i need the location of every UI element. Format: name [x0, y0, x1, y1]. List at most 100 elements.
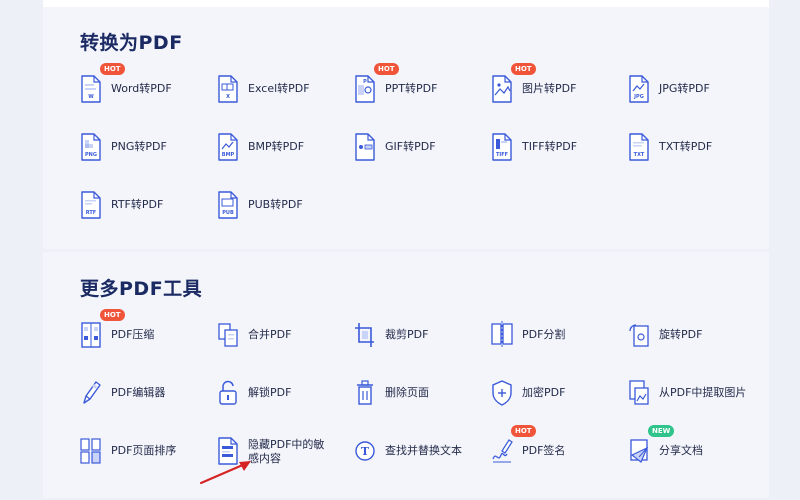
txt-file-icon: TXT [628, 133, 650, 161]
tool-label: PUB转PDF [248, 198, 303, 211]
jpg-file-icon: JPG [628, 75, 650, 103]
tool-label: TXT转PDF [659, 140, 713, 153]
share-document-icon [628, 437, 650, 465]
pub-file-icon: PUB [217, 191, 239, 219]
excel-file-icon: X [217, 75, 239, 103]
tool-trash[interactable]: 删除页面 [354, 379, 484, 419]
tool-label: BMP转PDF [248, 140, 305, 153]
annotation-arrow [199, 461, 251, 485]
tool-pub-file[interactable]: PUB PUB转PDF [217, 191, 347, 231]
tool-label: PDF分割 [522, 328, 566, 341]
tool-label: PPT转PDF [385, 82, 438, 95]
tool-label: 查找并替换文本 [385, 444, 462, 457]
tool-label: 解锁PDF [248, 386, 292, 399]
tool-rtf-file[interactable]: RTF RTF转PDF [80, 191, 210, 231]
tool-label: PDF页面排序 [111, 444, 177, 457]
svg-text:X: X [226, 94, 230, 100]
tool-shield-plus[interactable]: 加密PDF [491, 379, 621, 419]
svg-text:RTF: RTF [86, 210, 96, 216]
svg-text:PNG: PNG [85, 152, 97, 158]
hot-badge: HOT [374, 63, 399, 75]
tool-label: PDF签名 [522, 444, 566, 457]
tool-edit-pen[interactable]: PDF编辑器 [80, 379, 210, 419]
unlock-icon [217, 379, 239, 407]
tool-extract-image[interactable]: 从PDF中提取图片 [628, 379, 758, 419]
svg-text:TXT: TXT [634, 152, 645, 158]
svg-text:T: T [361, 445, 370, 458]
tool-label: JPG转PDF [659, 82, 710, 95]
tool-unlock[interactable]: 解锁PDF [217, 379, 347, 419]
svg-text:JPG: JPG [633, 94, 644, 100]
tool-find-replace-text[interactable]: T 查找并替换文本 [354, 437, 484, 477]
tool-word-file[interactable]: W HOT Word转PDF [80, 63, 210, 115]
ppt-file-icon: P [354, 75, 376, 103]
tool-image-file[interactable]: HOT 图片转PDF [491, 63, 621, 115]
tool-label: PDF编辑器 [111, 386, 166, 399]
tool-reorder-pages[interactable]: PDF页面排序 [80, 437, 210, 477]
svg-text:P: P [363, 79, 367, 85]
tool-label: 合并PDF [248, 328, 292, 341]
reorder-pages-icon [80, 437, 102, 465]
tool-label: Excel转PDF [248, 82, 310, 95]
tool-gif-file[interactable]: GIF转PDF [354, 133, 484, 173]
section-title-convert: 转换为PDF [80, 32, 183, 54]
tool-label: 隐藏PDF中的敏感内容 [248, 438, 325, 465]
tool-bmp-file[interactable]: BMP BMP转PDF [217, 133, 347, 173]
shield-plus-icon [491, 379, 513, 407]
tool-signature[interactable]: HOT PDF签名 [491, 425, 621, 477]
tool-label: RTF转PDF [111, 198, 164, 211]
gif-file-icon [354, 133, 376, 161]
tool-share-document[interactable]: NEW 分享文档 [628, 425, 758, 477]
find-replace-text-icon: T [354, 437, 376, 465]
png-file-icon: PNG [80, 133, 102, 161]
tool-rotate[interactable]: 旋转PDF [628, 321, 758, 361]
tool-txt-file[interactable]: TXT TXT转PDF [628, 133, 758, 173]
tool-label: PNG转PDF [111, 140, 167, 153]
hot-badge: HOT [100, 309, 125, 321]
new-badge: NEW [648, 425, 675, 437]
svg-text:W: W [88, 94, 94, 100]
word-file-icon: W [80, 75, 102, 103]
section-title-more-tools: 更多PDF工具 [80, 278, 203, 300]
extract-image-icon [628, 379, 650, 407]
tool-label: Word转PDF [111, 82, 172, 95]
hot-badge: HOT [511, 63, 536, 75]
svg-text:PUB: PUB [222, 210, 234, 216]
tool-split[interactable]: PDF分割 [491, 321, 621, 361]
tool-crop[interactable]: 裁剪PDF [354, 321, 484, 361]
tool-label: 图片转PDF [522, 82, 577, 95]
tool-label: 旋转PDF [659, 328, 703, 341]
signature-icon [491, 437, 513, 465]
tool-label: 裁剪PDF [385, 328, 429, 341]
tool-excel-file[interactable]: X Excel转PDF [217, 75, 347, 115]
split-icon [491, 321, 513, 349]
tool-tiff-file[interactable]: TIFF TIFF转PDF [491, 133, 621, 173]
tool-label: 从PDF中提取图片 [659, 386, 747, 399]
tool-label: 删除页面 [385, 386, 429, 399]
trash-icon [354, 379, 376, 407]
tiff-file-icon: TIFF [491, 133, 513, 161]
svg-text:BMP: BMP [222, 152, 235, 158]
tool-label: 加密PDF [522, 386, 566, 399]
tool-label: TIFF转PDF [522, 140, 578, 153]
tool-label: 分享文档 [659, 444, 703, 457]
tool-label: PDF压缩 [111, 328, 155, 341]
compress-icon [80, 321, 102, 349]
svg-text:TIFF: TIFF [496, 152, 508, 158]
tool-merge[interactable]: 合并PDF [217, 321, 347, 361]
merge-icon [217, 321, 239, 349]
tool-label: GIF转PDF [385, 140, 436, 153]
rtf-file-icon: RTF [80, 191, 102, 219]
hot-badge: HOT [100, 63, 125, 75]
top-card-edge [43, 0, 769, 7]
tool-compress[interactable]: HOT PDF压缩 [80, 309, 210, 361]
edit-pen-icon [80, 379, 102, 407]
bmp-file-icon: BMP [217, 133, 239, 161]
crop-icon [354, 321, 376, 349]
tool-ppt-file[interactable]: P HOT PPT转PDF [354, 63, 484, 115]
tool-jpg-file[interactable]: JPG JPG转PDF [628, 75, 758, 115]
image-file-icon [491, 75, 513, 103]
rotate-icon [628, 321, 650, 349]
hot-badge: HOT [511, 425, 536, 437]
tool-png-file[interactable]: PNG PNG转PDF [80, 133, 210, 173]
